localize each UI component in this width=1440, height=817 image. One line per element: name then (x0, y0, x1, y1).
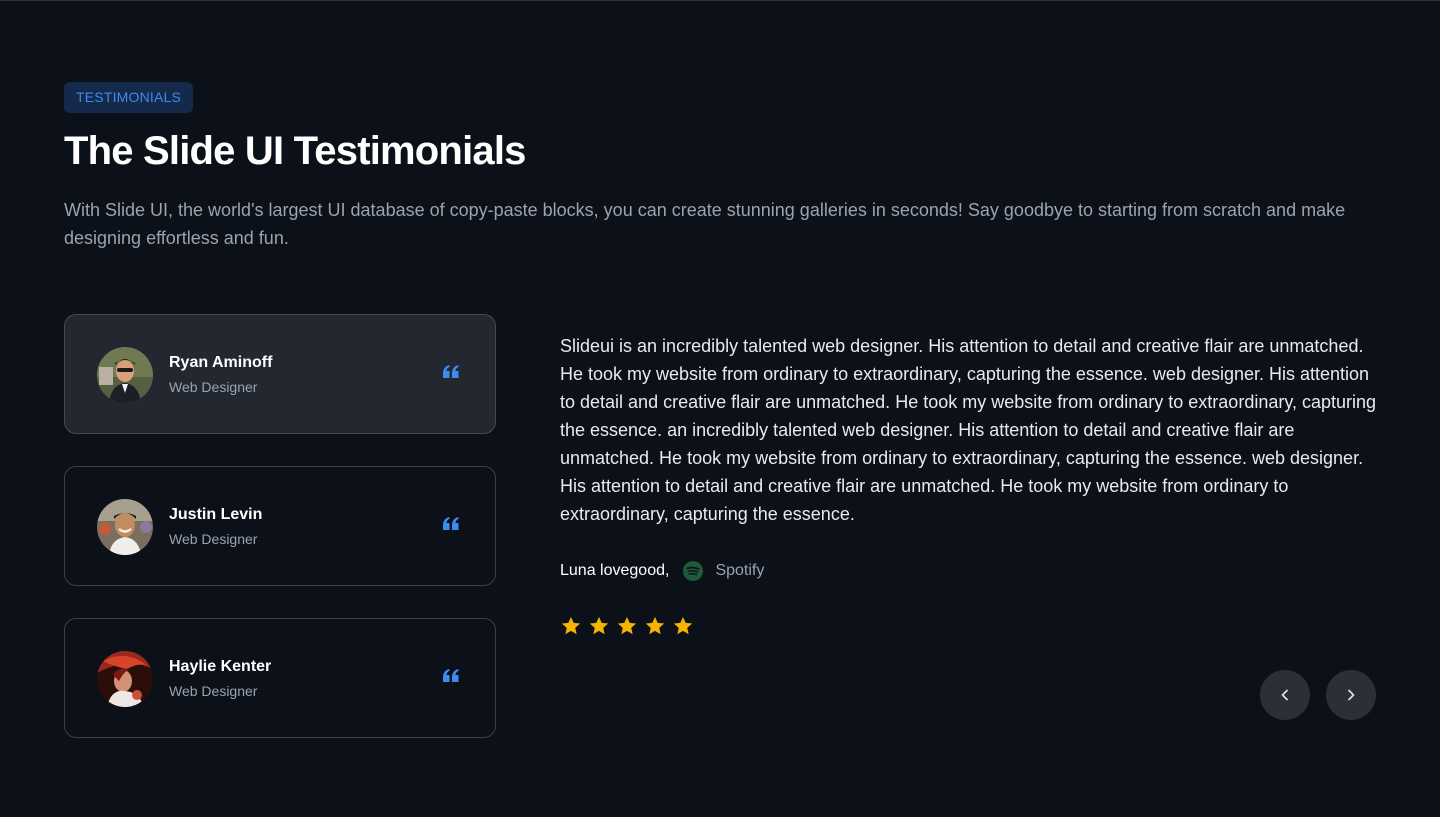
testimonial-company: Spotify (715, 562, 765, 579)
person-card-haylie-kenter[interactable]: Haylie Kenter Web Designer (64, 618, 496, 738)
testimonial-person-list: Ryan Aminoff Web Designer Justin Levin W… (64, 314, 496, 770)
next-button[interactable] (1326, 670, 1376, 720)
star-icon (617, 616, 637, 635)
person-role: Web Designer (169, 531, 258, 547)
person-role: Web Designer (169, 379, 258, 395)
quote-icon (443, 365, 459, 378)
rating-stars (560, 615, 700, 637)
page-title: The Slide UI Testimonials (64, 129, 526, 173)
avatar (97, 499, 153, 555)
person-name: Justin Levin (169, 506, 263, 523)
star-icon (645, 616, 665, 635)
previous-button[interactable] (1260, 670, 1310, 720)
testimonial-author-row: Luna lovegood, Spotify (560, 559, 764, 583)
person-card-ryan-aminoff[interactable]: Ryan Aminoff Web Designer (64, 314, 496, 434)
testimonial-author: Luna lovegood, (560, 562, 670, 579)
page-subtitle: With Slide UI, the world's largest UI da… (64, 200, 1346, 248)
testimonial-text: Slideui is an incredibly talented web de… (560, 336, 1377, 524)
avatar (97, 651, 153, 707)
spotify-icon (683, 561, 704, 581)
person-card-justin-levin[interactable]: Justin Levin Web Designer (64, 466, 496, 586)
testimonials-section: TESTIMONIALS The Slide UI Testimonials W… (0, 0, 1440, 817)
chevron-left-icon (1281, 689, 1288, 701)
person-name: Ryan Aminoff (169, 354, 273, 371)
person-name: Haylie Kenter (169, 658, 272, 675)
section-badge: TESTIMONIALS (64, 82, 194, 113)
avatar (97, 347, 153, 403)
quote-icon (443, 517, 459, 530)
person-role: Web Designer (169, 683, 258, 699)
quote-icon (443, 669, 459, 682)
star-icon (561, 616, 581, 635)
star-icon (673, 616, 693, 635)
chevron-right-icon (1348, 689, 1355, 701)
star-icon (589, 616, 609, 635)
